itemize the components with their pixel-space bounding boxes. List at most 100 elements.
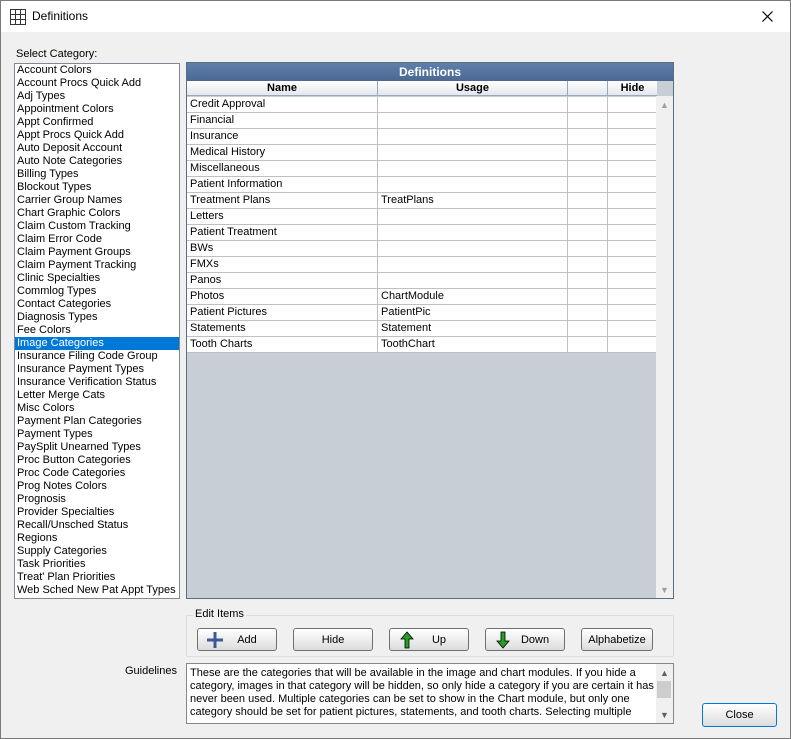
- category-item[interactable]: Prognosis: [15, 493, 179, 506]
- category-item[interactable]: PaySplit Unearned Types: [15, 441, 179, 454]
- category-item[interactable]: Claim Error Code: [15, 233, 179, 246]
- category-item[interactable]: Account Procs Quick Add: [15, 77, 179, 90]
- category-item[interactable]: Claim Payment Groups: [15, 246, 179, 259]
- cell-extra: [568, 161, 608, 176]
- cell-hide: [608, 129, 657, 144]
- cell-extra: [568, 321, 608, 336]
- column-header-name[interactable]: Name: [187, 81, 378, 95]
- hide-button[interactable]: Hide: [293, 628, 373, 651]
- category-item[interactable]: Diagnosis Types: [15, 311, 179, 324]
- category-item[interactable]: Appointment Colors: [15, 103, 179, 116]
- table-row[interactable]: Treatment Plans TreatPlans: [187, 193, 657, 209]
- cell-usage: PatientPic: [378, 305, 568, 320]
- scroll-down-icon[interactable]: ▼: [656, 581, 673, 598]
- column-header-usage[interactable]: Usage: [378, 81, 568, 95]
- grid-vertical-scrollbar[interactable]: ▲ ▼: [656, 96, 673, 598]
- category-item[interactable]: Recall/Unsched Status: [15, 519, 179, 532]
- alphabetize-button[interactable]: Alphabetize: [581, 628, 653, 651]
- cell-hide: [608, 241, 657, 256]
- category-item[interactable]: Insurance Filing Code Group: [15, 350, 179, 363]
- cell-extra: [568, 241, 608, 256]
- guidelines-scrollbar[interactable]: ▲ ▼: [656, 664, 673, 723]
- down-button[interactable]: Down: [485, 628, 565, 651]
- window-close-button[interactable]: [744, 1, 790, 32]
- category-item[interactable]: Commlog Types: [15, 285, 179, 298]
- category-item[interactable]: Auto Note Categories: [15, 155, 179, 168]
- table-row[interactable]: Miscellaneous: [187, 161, 657, 177]
- table-row[interactable]: Financial: [187, 113, 657, 129]
- cell-extra: [568, 113, 608, 128]
- scrollbar-thumb[interactable]: [657, 681, 671, 698]
- definitions-grid: Definitions Name Usage Hide Credit Appro…: [186, 62, 674, 599]
- cell-hide: [608, 177, 657, 192]
- category-item[interactable]: Account Colors: [15, 64, 179, 77]
- table-row[interactable]: Panos: [187, 273, 657, 289]
- category-item[interactable]: Letter Merge Cats: [15, 389, 179, 402]
- table-row[interactable]: Patient Information: [187, 177, 657, 193]
- table-row[interactable]: Patient Pictures PatientPic: [187, 305, 657, 321]
- cell-name: FMXs: [187, 257, 378, 272]
- category-item[interactable]: Prog Notes Colors: [15, 480, 179, 493]
- table-row[interactable]: BWs: [187, 241, 657, 257]
- category-list[interactable]: Account Colors Account Procs Quick Add Adj…: [14, 63, 180, 599]
- cell-hide: [608, 289, 657, 304]
- cell-usage: [378, 145, 568, 160]
- category-item[interactable]: Auto Deposit Account: [15, 142, 179, 155]
- add-button[interactable]: Add: [197, 628, 277, 651]
- close-button[interactable]: Close: [702, 703, 777, 727]
- title-bar: Definitions: [1, 1, 790, 32]
- category-item[interactable]: Contact Categories: [15, 298, 179, 311]
- category-item[interactable]: Clinic Specialties: [15, 272, 179, 285]
- cell-extra: [568, 97, 608, 112]
- table-row[interactable]: Statements Statement: [187, 321, 657, 337]
- table-row[interactable]: Medical History: [187, 145, 657, 161]
- guidelines-text: These are the categories that will be av…: [190, 667, 654, 718]
- category-item[interactable]: Claim Payment Tracking: [15, 259, 179, 272]
- category-item[interactable]: Blockout Types: [15, 181, 179, 194]
- category-item[interactable]: Payment Plan Categories: [15, 415, 179, 428]
- table-row[interactable]: Insurance: [187, 129, 657, 145]
- close-button-label: Close: [725, 709, 754, 721]
- category-item[interactable]: Proc Button Categories: [15, 454, 179, 467]
- table-row[interactable]: Patient Treatment: [187, 225, 657, 241]
- column-header-blank[interactable]: [568, 81, 608, 95]
- category-item[interactable]: Supply Categories: [15, 545, 179, 558]
- category-item[interactable]: Misc Colors: [15, 402, 179, 415]
- category-item[interactable]: Insurance Payment Types: [15, 363, 179, 376]
- cell-usage: [378, 257, 568, 272]
- category-item[interactable]: Treat' Plan Priorities: [15, 571, 179, 584]
- category-item[interactable]: Appt Procs Quick Add: [15, 129, 179, 142]
- cell-usage: [378, 225, 568, 240]
- category-item[interactable]: Task Priorities: [15, 558, 179, 571]
- category-item[interactable]: Regions: [15, 532, 179, 545]
- guidelines-textbox[interactable]: These are the categories that will be av…: [186, 663, 674, 724]
- category-item[interactable]: Insurance Verification Status: [15, 376, 179, 389]
- cell-extra: [568, 273, 608, 288]
- cell-name: Letters: [187, 209, 378, 224]
- table-row[interactable]: Letters: [187, 209, 657, 225]
- category-item[interactable]: Image Categories: [15, 337, 179, 350]
- table-row[interactable]: Credit Approval: [187, 97, 657, 113]
- category-item[interactable]: Web Sched New Pat Appt Types: [15, 584, 179, 597]
- category-item[interactable]: Billing Types: [15, 168, 179, 181]
- column-header-hide[interactable]: Hide: [608, 81, 657, 95]
- table-row[interactable]: Photos ChartModule: [187, 289, 657, 305]
- scroll-up-icon[interactable]: ▲: [656, 664, 673, 681]
- category-item[interactable]: Payment Types: [15, 428, 179, 441]
- category-item[interactable]: Provider Specialties: [15, 506, 179, 519]
- category-item[interactable]: Fee Colors: [15, 324, 179, 337]
- category-item[interactable]: Adj Types: [15, 90, 179, 103]
- scroll-down-icon[interactable]: ▼: [656, 706, 673, 723]
- category-item[interactable]: Chart Graphic Colors: [15, 207, 179, 220]
- category-item[interactable]: Carrier Group Names: [15, 194, 179, 207]
- up-button[interactable]: Up: [389, 628, 469, 651]
- category-item[interactable]: Claim Custom Tracking: [15, 220, 179, 233]
- cell-usage: [378, 241, 568, 256]
- category-item[interactable]: Appt Confirmed: [15, 116, 179, 129]
- table-row[interactable]: Tooth Charts ToothChart: [187, 337, 657, 353]
- category-item[interactable]: Proc Code Categories: [15, 467, 179, 480]
- cell-hide: [608, 209, 657, 224]
- table-row[interactable]: FMXs: [187, 257, 657, 273]
- arrow-up-icon: [400, 631, 414, 649]
- scroll-up-icon[interactable]: ▲: [656, 96, 673, 113]
